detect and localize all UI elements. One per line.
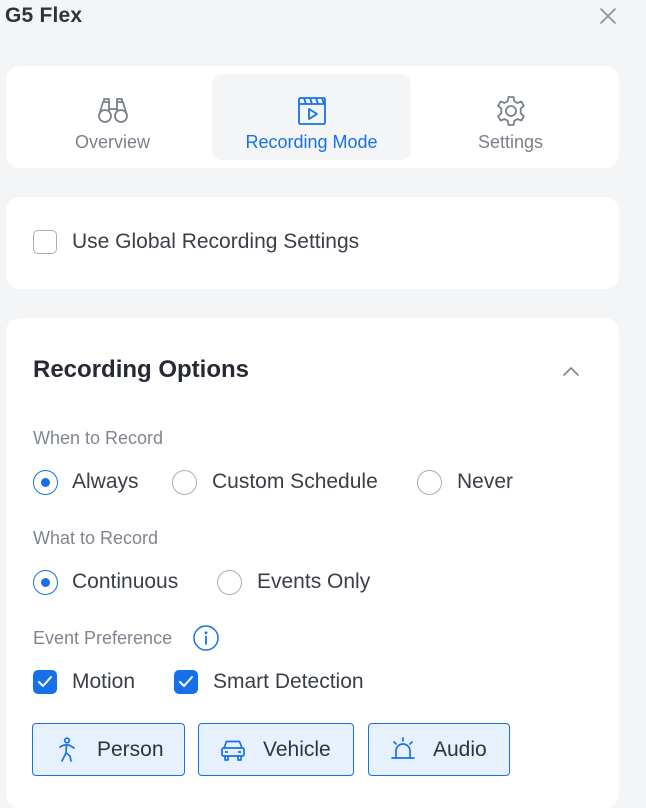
alarm-icon [391,737,415,759]
radio-always[interactable] [33,470,58,495]
radio-continuous[interactable] [33,570,58,595]
motion-checkbox[interactable] [33,670,57,694]
tab-bar: Overview Recording Mode Settings [6,66,619,168]
chip-label: Audio [433,738,487,761]
collapse-button[interactable] [559,360,583,384]
tab-label: Overview [74,132,150,152]
global-settings-checkbox[interactable] [33,230,57,254]
what-to-record-label: What to Record [33,528,159,548]
recording-clapper-icon [297,97,326,125]
checkmark-icon [179,676,193,687]
smart-detection-checkbox[interactable] [174,670,198,694]
radio-events-only-label: Events Only [257,570,371,593]
radio-custom-schedule[interactable] [172,470,197,495]
binoculars-icon [97,98,128,123]
radio-continuous-label: Continuous [72,570,179,593]
header: G5 Flex [0,0,646,40]
detection-chip-person[interactable]: Person [32,723,185,776]
tab-recording-mode[interactable]: Recording Mode [212,74,411,160]
chevron-up-icon [563,367,579,376]
radio-never[interactable] [417,470,442,495]
chip-label: Person [97,738,164,761]
radio-always-label: Always [72,470,139,493]
tab-label: Recording Mode [245,132,378,152]
info-button[interactable] [193,625,219,651]
checkmark-icon [38,676,52,687]
radio-custom-schedule-label: Custom Schedule [212,470,378,493]
recording-options-card: Recording Options When to Record Always … [6,318,619,808]
tab-label: Settings [477,132,544,152]
tab-overview[interactable]: Overview [13,74,212,160]
smart-detection-label: Smart Detection [213,670,364,693]
close-button[interactable] [597,5,619,27]
section-title: Recording Options [33,356,249,383]
motion-label: Motion [72,670,136,693]
gear-icon [496,96,525,126]
detection-chip-vehicle[interactable]: Vehicle [198,723,354,776]
vehicle-icon [221,740,245,761]
radio-events-only[interactable] [217,570,242,595]
event-preference-label: Event Preference [33,628,173,648]
chip-label: Vehicle [263,738,331,761]
tab-settings[interactable]: Settings [411,74,610,160]
when-to-record-label: When to Record [33,428,164,448]
global-settings-label: Use Global Recording Settings [72,230,360,253]
detection-chip-audio[interactable]: Audio [368,723,510,776]
radio-never-label: Never [457,470,514,493]
info-icon [193,625,219,651]
person-icon [59,737,75,762]
global-settings-card: Use Global Recording Settings [6,197,619,289]
close-icon [600,8,616,24]
app-title: G5 Flex [5,4,83,27]
